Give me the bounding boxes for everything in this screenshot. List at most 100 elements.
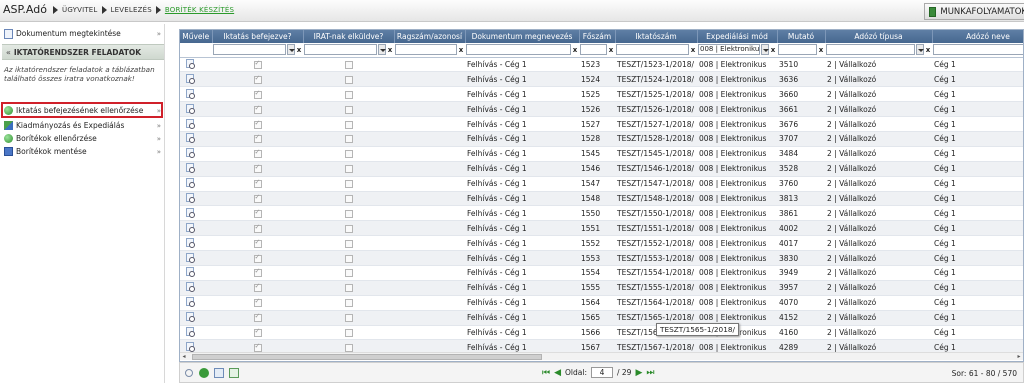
column-header-expediation[interactable]: Expediálási mód	[697, 30, 778, 43]
sent-checkbox[interactable]	[344, 165, 353, 174]
column-header-taxpayer-name[interactable]: Adózó neve	[932, 30, 1023, 43]
table-row[interactable]: Felhívás - Cég 11555TESZT/1555-1/2018/00…	[180, 280, 1023, 296]
sidebar-item-boritek-save[interactable]: Borítékok mentése »	[2, 145, 164, 158]
view-document-icon[interactable]	[186, 88, 195, 99]
prev-page-icon[interactable]: ◀	[554, 368, 561, 378]
table-row[interactable]: Felhívás - Cég 11525TESZT/1525-1/2018/00…	[180, 86, 1023, 103]
view-document-icon[interactable]	[186, 178, 195, 189]
sent-checkbox[interactable]	[344, 60, 353, 69]
done-checkbox[interactable]	[253, 163, 262, 174]
clear-filter-icon[interactable]: x	[818, 46, 824, 54]
export-icon[interactable]	[214, 368, 224, 378]
filter-iktatoszam-input[interactable]	[616, 44, 689, 56]
view-document-icon[interactable]	[186, 163, 195, 174]
view-document-icon[interactable]	[186, 252, 195, 263]
clear-filter-icon[interactable]: x	[572, 46, 578, 54]
table-row[interactable]: Felhívás - Cég 11546TESZT/1546-1/2018/00…	[180, 161, 1023, 177]
clear-filter-icon[interactable]: x	[770, 46, 776, 54]
table-row[interactable]: Felhívás - Cég 11565TESZT/1565-1/2018/00…	[180, 310, 1023, 326]
view-document-icon[interactable]	[186, 207, 195, 218]
view-document-icon[interactable]	[186, 267, 195, 278]
done-checkbox[interactable]	[253, 312, 262, 323]
breadcrumb-item-boritek[interactable]: BORÍTÉK KÉSZÍTÉS	[165, 6, 234, 14]
sent-checkbox[interactable]	[344, 180, 353, 189]
done-checkbox[interactable]	[253, 74, 262, 84]
dropdown-arrow-icon[interactable]	[378, 44, 386, 56]
sent-checkbox[interactable]	[344, 194, 353, 203]
sent-checkbox[interactable]	[344, 150, 353, 159]
view-document-icon[interactable]	[186, 148, 195, 159]
filter-taxpayer-name-input[interactable]	[933, 44, 1023, 56]
breadcrumb-item-ugyvitel[interactable]: ÜGYVITEL	[62, 6, 98, 14]
sent-checkbox[interactable]	[344, 105, 353, 114]
table-row[interactable]: Felhívás - Cég 11554TESZT/1554-1/2018/00…	[180, 265, 1023, 281]
last-page-icon[interactable]: ⏭	[646, 368, 654, 378]
table-row[interactable]: Felhívás - Cég 11526TESZT/1526-1/2018/00…	[180, 101, 1023, 118]
filter-foszam-input[interactable]	[580, 44, 607, 56]
done-checkbox[interactable]	[253, 59, 262, 69]
table-row[interactable]: Felhívás - Cég 11528TESZT/1528-1/2018/00…	[180, 131, 1023, 147]
view-document-icon[interactable]	[186, 58, 195, 69]
table-row[interactable]: Felhívás - Cég 11545TESZT/1545-1/2018/00…	[180, 146, 1023, 162]
search-icon[interactable]	[185, 369, 193, 377]
filter-done-select[interactable]	[213, 44, 286, 56]
horizontal-scrollbar[interactable]: ◂ ▸	[180, 352, 1023, 360]
next-page-icon[interactable]: ▶	[635, 368, 642, 378]
done-checkbox[interactable]	[253, 148, 262, 159]
filter-taxpayer-type-select[interactable]	[826, 44, 915, 56]
sent-checkbox[interactable]	[344, 75, 353, 84]
table-row[interactable]: Felhívás - Cég 11566TESZT/1566-1/2018/00…	[180, 325, 1023, 341]
sidebar-item-boritek-check[interactable]: Borítékok ellenőrzése »	[2, 132, 164, 145]
column-header-iktatoszam[interactable]: Iktatószám	[615, 30, 698, 43]
done-checkbox[interactable]	[253, 297, 262, 308]
table-row[interactable]: Felhívás - Cég 11564TESZT/1564-1/2018/00…	[180, 295, 1023, 311]
clear-filter-icon[interactable]: x	[608, 46, 614, 54]
sent-checkbox[interactable]	[344, 314, 353, 323]
view-document-icon[interactable]	[186, 312, 195, 323]
filter-mutato-input[interactable]	[778, 44, 817, 56]
view-document-icon[interactable]	[186, 192, 195, 203]
done-checkbox[interactable]	[253, 208, 262, 218]
column-header-ragszam[interactable]: Ragszám/azonosí	[394, 30, 466, 43]
done-checkbox[interactable]	[253, 104, 262, 114]
table-row[interactable]: Felhívás - Cég 11547TESZT/1547-1/2018/00…	[180, 176, 1023, 192]
table-row[interactable]: Felhívás - Cég 11550TESZT/1550-1/2018/00…	[180, 205, 1023, 222]
sent-checkbox[interactable]	[344, 120, 353, 129]
table-row[interactable]: Felhívás - Cég 11523TESZT/1523-1/2018/00…	[180, 57, 1023, 73]
scrollbar-thumb[interactable]	[192, 354, 542, 360]
done-checkbox[interactable]	[253, 327, 262, 337]
dropdown-arrow-icon[interactable]	[761, 44, 769, 56]
column-header-done[interactable]: Iktatás befejezve?	[212, 30, 304, 43]
sent-checkbox[interactable]	[344, 299, 353, 308]
done-checkbox[interactable]	[253, 89, 262, 99]
sent-checkbox[interactable]	[344, 269, 353, 278]
clear-filter-icon[interactable]: x	[458, 46, 464, 54]
done-checkbox[interactable]	[253, 282, 262, 293]
done-checkbox[interactable]	[253, 238, 262, 248]
table-row[interactable]: Felhívás - Cég 11548TESZT/1548-1/2018/00…	[180, 191, 1023, 207]
sent-checkbox[interactable]	[344, 284, 353, 293]
section-header[interactable]: « IKTATÓRENDSZER FELADATOK	[2, 44, 164, 60]
sent-checkbox[interactable]	[344, 254, 353, 263]
refresh-icon[interactable]	[199, 368, 209, 378]
filter-expediation-select[interactable]: 008 | Elektronikus	[698, 44, 760, 56]
clear-filter-icon[interactable]: x	[296, 46, 302, 54]
view-document-icon[interactable]	[186, 222, 195, 233]
scroll-right-icon[interactable]: ▸	[1015, 353, 1023, 361]
table-row[interactable]: Felhívás - Cég 11553TESZT/1553-1/2018/00…	[180, 250, 1023, 266]
done-checkbox[interactable]	[253, 267, 262, 278]
table-row[interactable]: Felhívás - Cég 11527TESZT/1527-1/2018/00…	[180, 116, 1023, 132]
sent-checkbox[interactable]	[344, 224, 353, 233]
done-checkbox[interactable]	[253, 253, 262, 263]
sidebar-item-kiadmanyozas[interactable]: Kiadmányozás és Expediálás »	[2, 119, 164, 132]
view-document-icon[interactable]	[186, 237, 195, 248]
dropdown-arrow-icon[interactable]	[287, 44, 295, 56]
sent-checkbox[interactable]	[344, 135, 353, 144]
sent-checkbox[interactable]	[344, 209, 353, 218]
first-page-icon[interactable]: ⏮	[542, 368, 550, 378]
filter-ragszam-input[interactable]	[395, 44, 457, 56]
column-header-sent[interactable]: IRAT-nak elküldve?	[303, 30, 395, 43]
sent-checkbox[interactable]	[344, 239, 353, 248]
view-document-icon[interactable]	[186, 73, 195, 84]
sent-checkbox[interactable]	[344, 343, 353, 352]
